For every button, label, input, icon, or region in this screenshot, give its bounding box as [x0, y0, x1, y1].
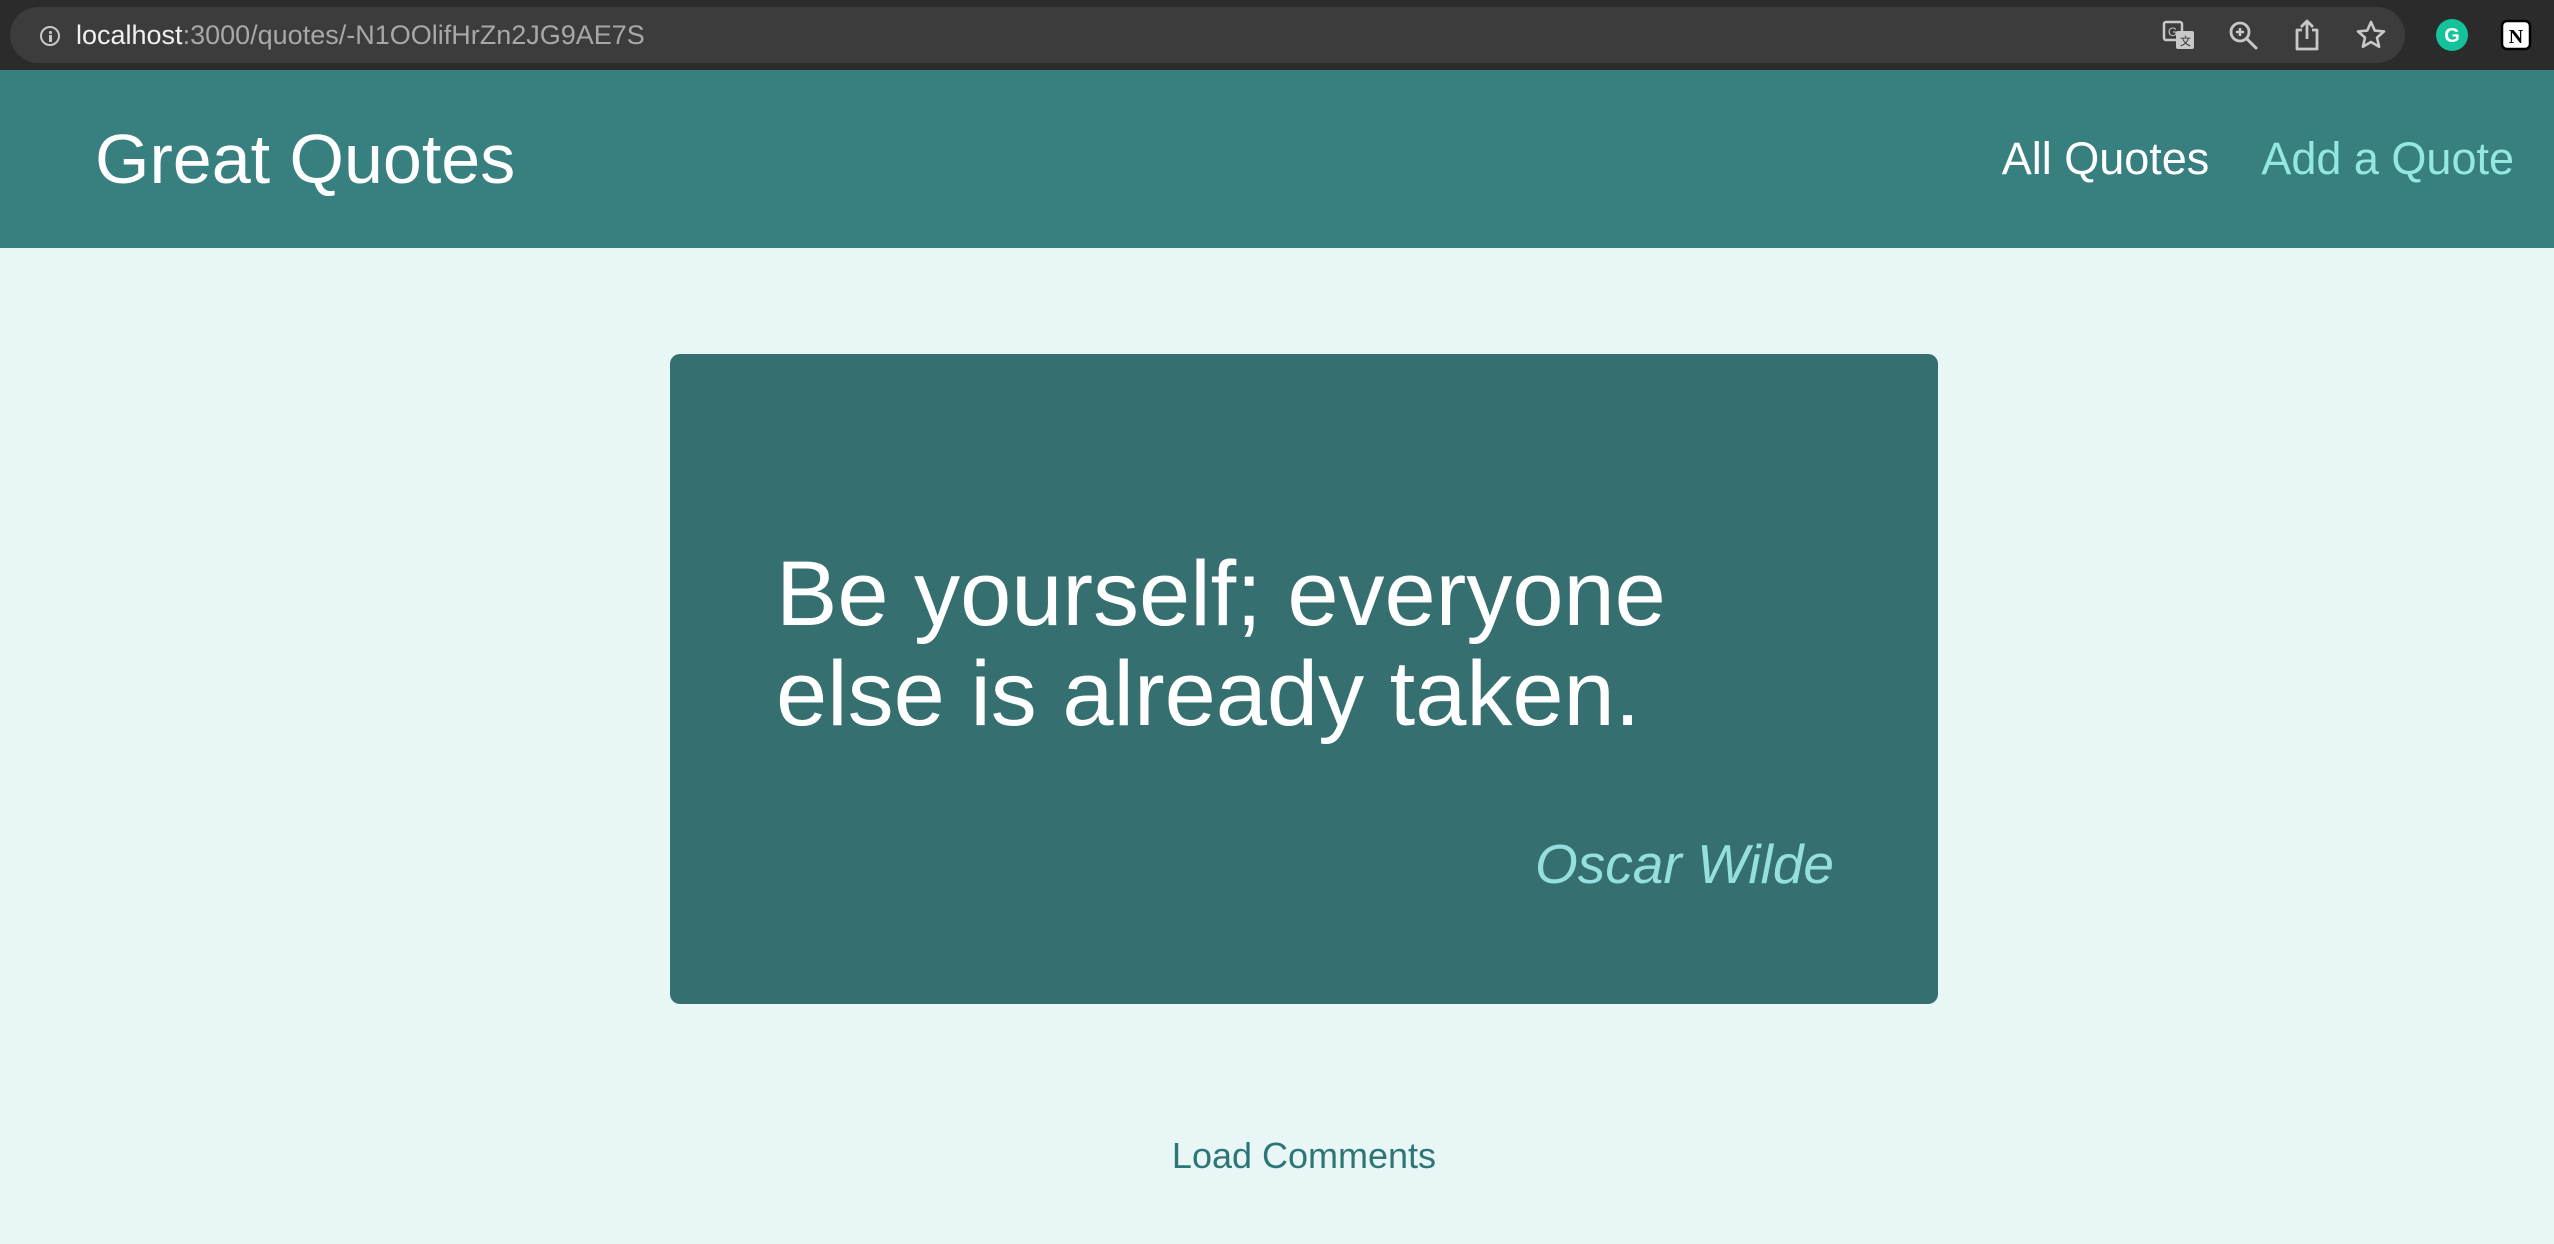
nav-link-add-quote[interactable]: Add a Quote	[2261, 133, 2514, 185]
translate-icon[interactable]: G 文	[2151, 7, 2207, 63]
highlighted-quote-card: Be yourself; everyone else is already ta…	[670, 354, 1938, 1004]
url-text[interactable]: localhost:3000/quotes/-N1OOlifHrZn2JG9AE…	[76, 7, 645, 63]
notion-letter: N	[2509, 26, 2524, 48]
grammarly-extension-icon[interactable]: G	[2424, 7, 2480, 63]
main-nav: All Quotes Add a Quote	[2002, 70, 2514, 248]
zoom-icon[interactable]	[2215, 7, 2271, 63]
site-info-icon[interactable]	[40, 26, 60, 46]
browser-toolbar: localhost:3000/quotes/-N1OOlifHrZn2JG9AE…	[0, 0, 2554, 70]
app-header: Great Quotes All Quotes Add a Quote	[0, 70, 2554, 248]
url-host: localhost	[76, 20, 183, 50]
url-path: :3000/quotes/-N1OOlifHrZn2JG9AE7S	[182, 20, 645, 50]
nav-link-all-quotes[interactable]: All Quotes	[2002, 133, 2210, 185]
quote-author: Oscar Wilde	[1534, 833, 1834, 895]
bookmark-star-icon[interactable]	[2343, 7, 2399, 63]
svg-text:G: G	[2168, 25, 2177, 39]
svg-text:文: 文	[2180, 34, 2191, 48]
share-icon[interactable]	[2279, 7, 2335, 63]
notion-extension-icon[interactable]: N	[2488, 7, 2544, 63]
quote-text: Be yourself; everyone else is already ta…	[776, 543, 1666, 745]
load-comments-button[interactable]: Load Comments	[1027, 1130, 1581, 1182]
app-logo: Great Quotes	[95, 120, 516, 198]
grammarly-letter: G	[2444, 25, 2460, 47]
address-bar[interactable]: localhost:3000/quotes/-N1OOlifHrZn2JG9AE…	[10, 7, 2405, 63]
